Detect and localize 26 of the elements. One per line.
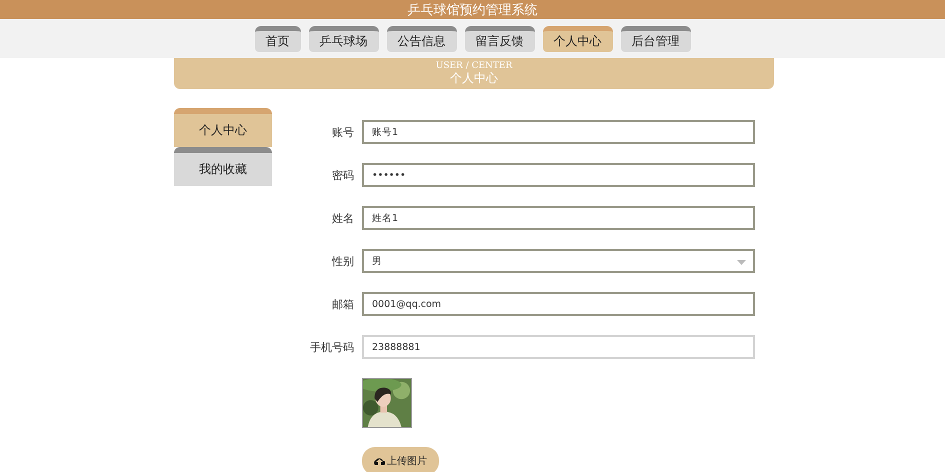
nav-tab[interactable]: 留言反馈: [464, 26, 534, 52]
field-label: 账号: [331, 124, 354, 140]
banner-title: 个人中心: [450, 71, 498, 86]
gender-select[interactable]: 男: [362, 249, 755, 273]
field-label: 密码: [331, 168, 354, 182]
nav-tab[interactable]: 后台管理: [620, 26, 690, 52]
input-field[interactable]: 23888881: [362, 335, 755, 359]
field-label: 性别: [330, 254, 354, 268]
caret-icon: [737, 260, 746, 265]
nav-tab[interactable]: 乒乓球场: [308, 26, 378, 52]
sidebar-item[interactable]: 我的收藏: [174, 147, 272, 186]
input-field[interactable]: ••••••: [362, 163, 755, 187]
input-field[interactable]: 姓名1: [362, 206, 755, 230]
field-label: 邮箱: [331, 296, 354, 312]
nav-tab[interactable]: 首页: [254, 26, 300, 52]
upload-icon: [374, 457, 385, 465]
nav-tab[interactable]: 公告信息: [386, 26, 456, 52]
nav-tab[interactable]: 个人中心: [542, 26, 612, 52]
field-label: 手机号码: [309, 340, 354, 354]
sidebar-item[interactable]: 个人中心: [174, 108, 272, 147]
field-label: 姓名: [331, 210, 354, 226]
input-field[interactable]: 0001@qq.com: [362, 292, 755, 316]
input-field[interactable]: 账号1: [362, 120, 755, 144]
upload-button[interactable]: 上传图片: [362, 447, 439, 472]
site-title: 乒乓球馆预约管理系统: [408, 2, 538, 19]
banner-subtitle: USER / CENTER: [436, 61, 512, 71]
